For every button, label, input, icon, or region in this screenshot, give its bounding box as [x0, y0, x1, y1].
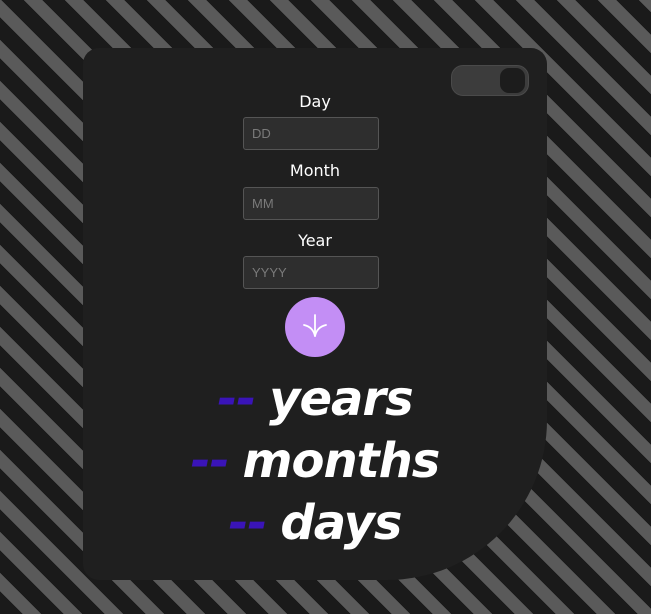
- year-label: Year: [298, 231, 332, 250]
- result-months: -- months: [83, 432, 547, 490]
- days-value: --: [228, 495, 268, 551]
- result-days: -- days: [83, 494, 547, 552]
- months-label: months: [242, 433, 440, 489]
- years-value: --: [217, 371, 256, 427]
- month-input[interactable]: [243, 187, 379, 220]
- toggle-knob: [500, 68, 525, 93]
- day-input[interactable]: [243, 117, 379, 150]
- days-label: days: [280, 495, 402, 551]
- years-label: years: [269, 371, 413, 427]
- result-years: -- years: [83, 370, 547, 428]
- calculate-button[interactable]: [285, 297, 345, 357]
- month-label: Month: [289, 161, 341, 180]
- arrow-down-icon: [303, 314, 327, 337]
- year-input[interactable]: [243, 256, 379, 289]
- months-value: --: [190, 433, 230, 489]
- age-calculator-card: Day Month Year --years --months --days: [83, 48, 547, 580]
- day-label: Day: [299, 92, 331, 111]
